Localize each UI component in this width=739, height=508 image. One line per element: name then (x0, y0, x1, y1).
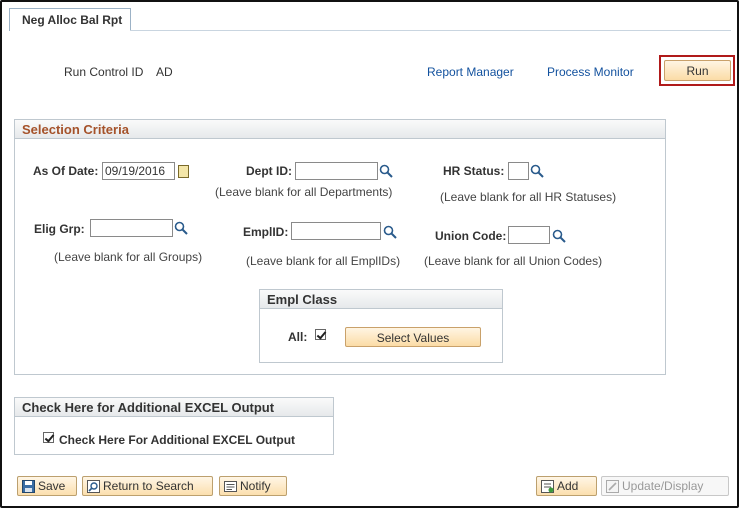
empl-class-group: Empl Class (259, 289, 503, 363)
hr-status-input[interactable] (508, 162, 529, 180)
save-button[interactable]: Save (17, 476, 77, 496)
as-of-date-label: As Of Date: (33, 164, 99, 178)
run-button-label: Run (686, 64, 709, 78)
run-button[interactable]: Run (664, 60, 731, 81)
union-code-search-icon[interactable] (552, 229, 566, 243)
emplid-search-icon[interactable] (383, 225, 397, 239)
return-to-search-label: Return to Search (103, 479, 194, 493)
run-control-label: Run Control ID (64, 65, 144, 79)
elig-grp-search-icon[interactable] (174, 221, 188, 235)
hr-status-hint: (Leave blank for all HR Statuses) (440, 190, 617, 204)
tab-divider (130, 30, 731, 31)
notify-icon (224, 481, 237, 492)
dept-id-search-icon[interactable] (379, 164, 393, 178)
union-code-hint: (Leave blank for all Union Codes) (424, 254, 603, 268)
empl-class-title: Empl Class (260, 290, 502, 309)
report-manager-link[interactable]: Report Manager (427, 65, 514, 79)
run-control-value: AD (156, 65, 173, 79)
update-display-button[interactable]: Update/Display (601, 476, 729, 496)
select-values-button[interactable]: Select Values (345, 327, 481, 347)
union-code-input[interactable] (508, 226, 550, 244)
union-code-label: Union Code: (435, 229, 507, 243)
empl-class-all-label: All: (288, 330, 308, 344)
save-label: Save (38, 479, 66, 493)
update-display-icon (606, 480, 619, 493)
select-values-label: Select Values (376, 331, 450, 345)
excel-output-checkbox-label: Check Here For Additional EXCEL Output (59, 433, 296, 447)
calendar-icon[interactable] (178, 165, 189, 178)
elig-grp-label: Elig Grp: (34, 222, 85, 236)
elig-grp-input[interactable] (90, 219, 173, 237)
tab-neg-alloc-bal-rpt[interactable]: Neg Alloc Bal Rpt (9, 8, 131, 31)
process-monitor-link[interactable]: Process Monitor (547, 65, 634, 79)
emplid-input[interactable] (291, 222, 381, 240)
excel-output-title: Check Here for Additional EXCEL Output (15, 398, 333, 417)
excel-output-checkbox[interactable] (43, 432, 54, 443)
notify-label: Notify (240, 479, 271, 493)
emplid-label: EmplID: (243, 225, 289, 239)
save-icon (22, 480, 35, 493)
tab-label: Neg Alloc Bal Rpt (22, 13, 123, 27)
as-of-date-input[interactable] (102, 162, 175, 180)
emplid-hint: (Leave blank for all EmplIDs) (246, 254, 401, 268)
add-label: Add (557, 479, 579, 493)
notify-button[interactable]: Notify (219, 476, 287, 496)
return-to-search-button[interactable]: Return to Search (82, 476, 213, 496)
dept-id-hint: (Leave blank for all Departments) (215, 185, 393, 199)
add-button[interactable]: Add (536, 476, 597, 496)
hr-status-label: HR Status: (443, 164, 505, 178)
empl-class-all-checkbox[interactable] (315, 329, 326, 340)
add-icon (541, 480, 554, 493)
update-display-label: Update/Display (622, 479, 704, 493)
elig-grp-hint: (Leave blank for all Groups) (54, 250, 203, 264)
selection-criteria-title: Selection Criteria (15, 120, 665, 139)
dept-id-label: Dept ID: (246, 164, 292, 178)
hr-status-search-icon[interactable] (530, 164, 544, 178)
return-to-search-icon (87, 480, 100, 493)
dept-id-input[interactable] (295, 162, 378, 180)
